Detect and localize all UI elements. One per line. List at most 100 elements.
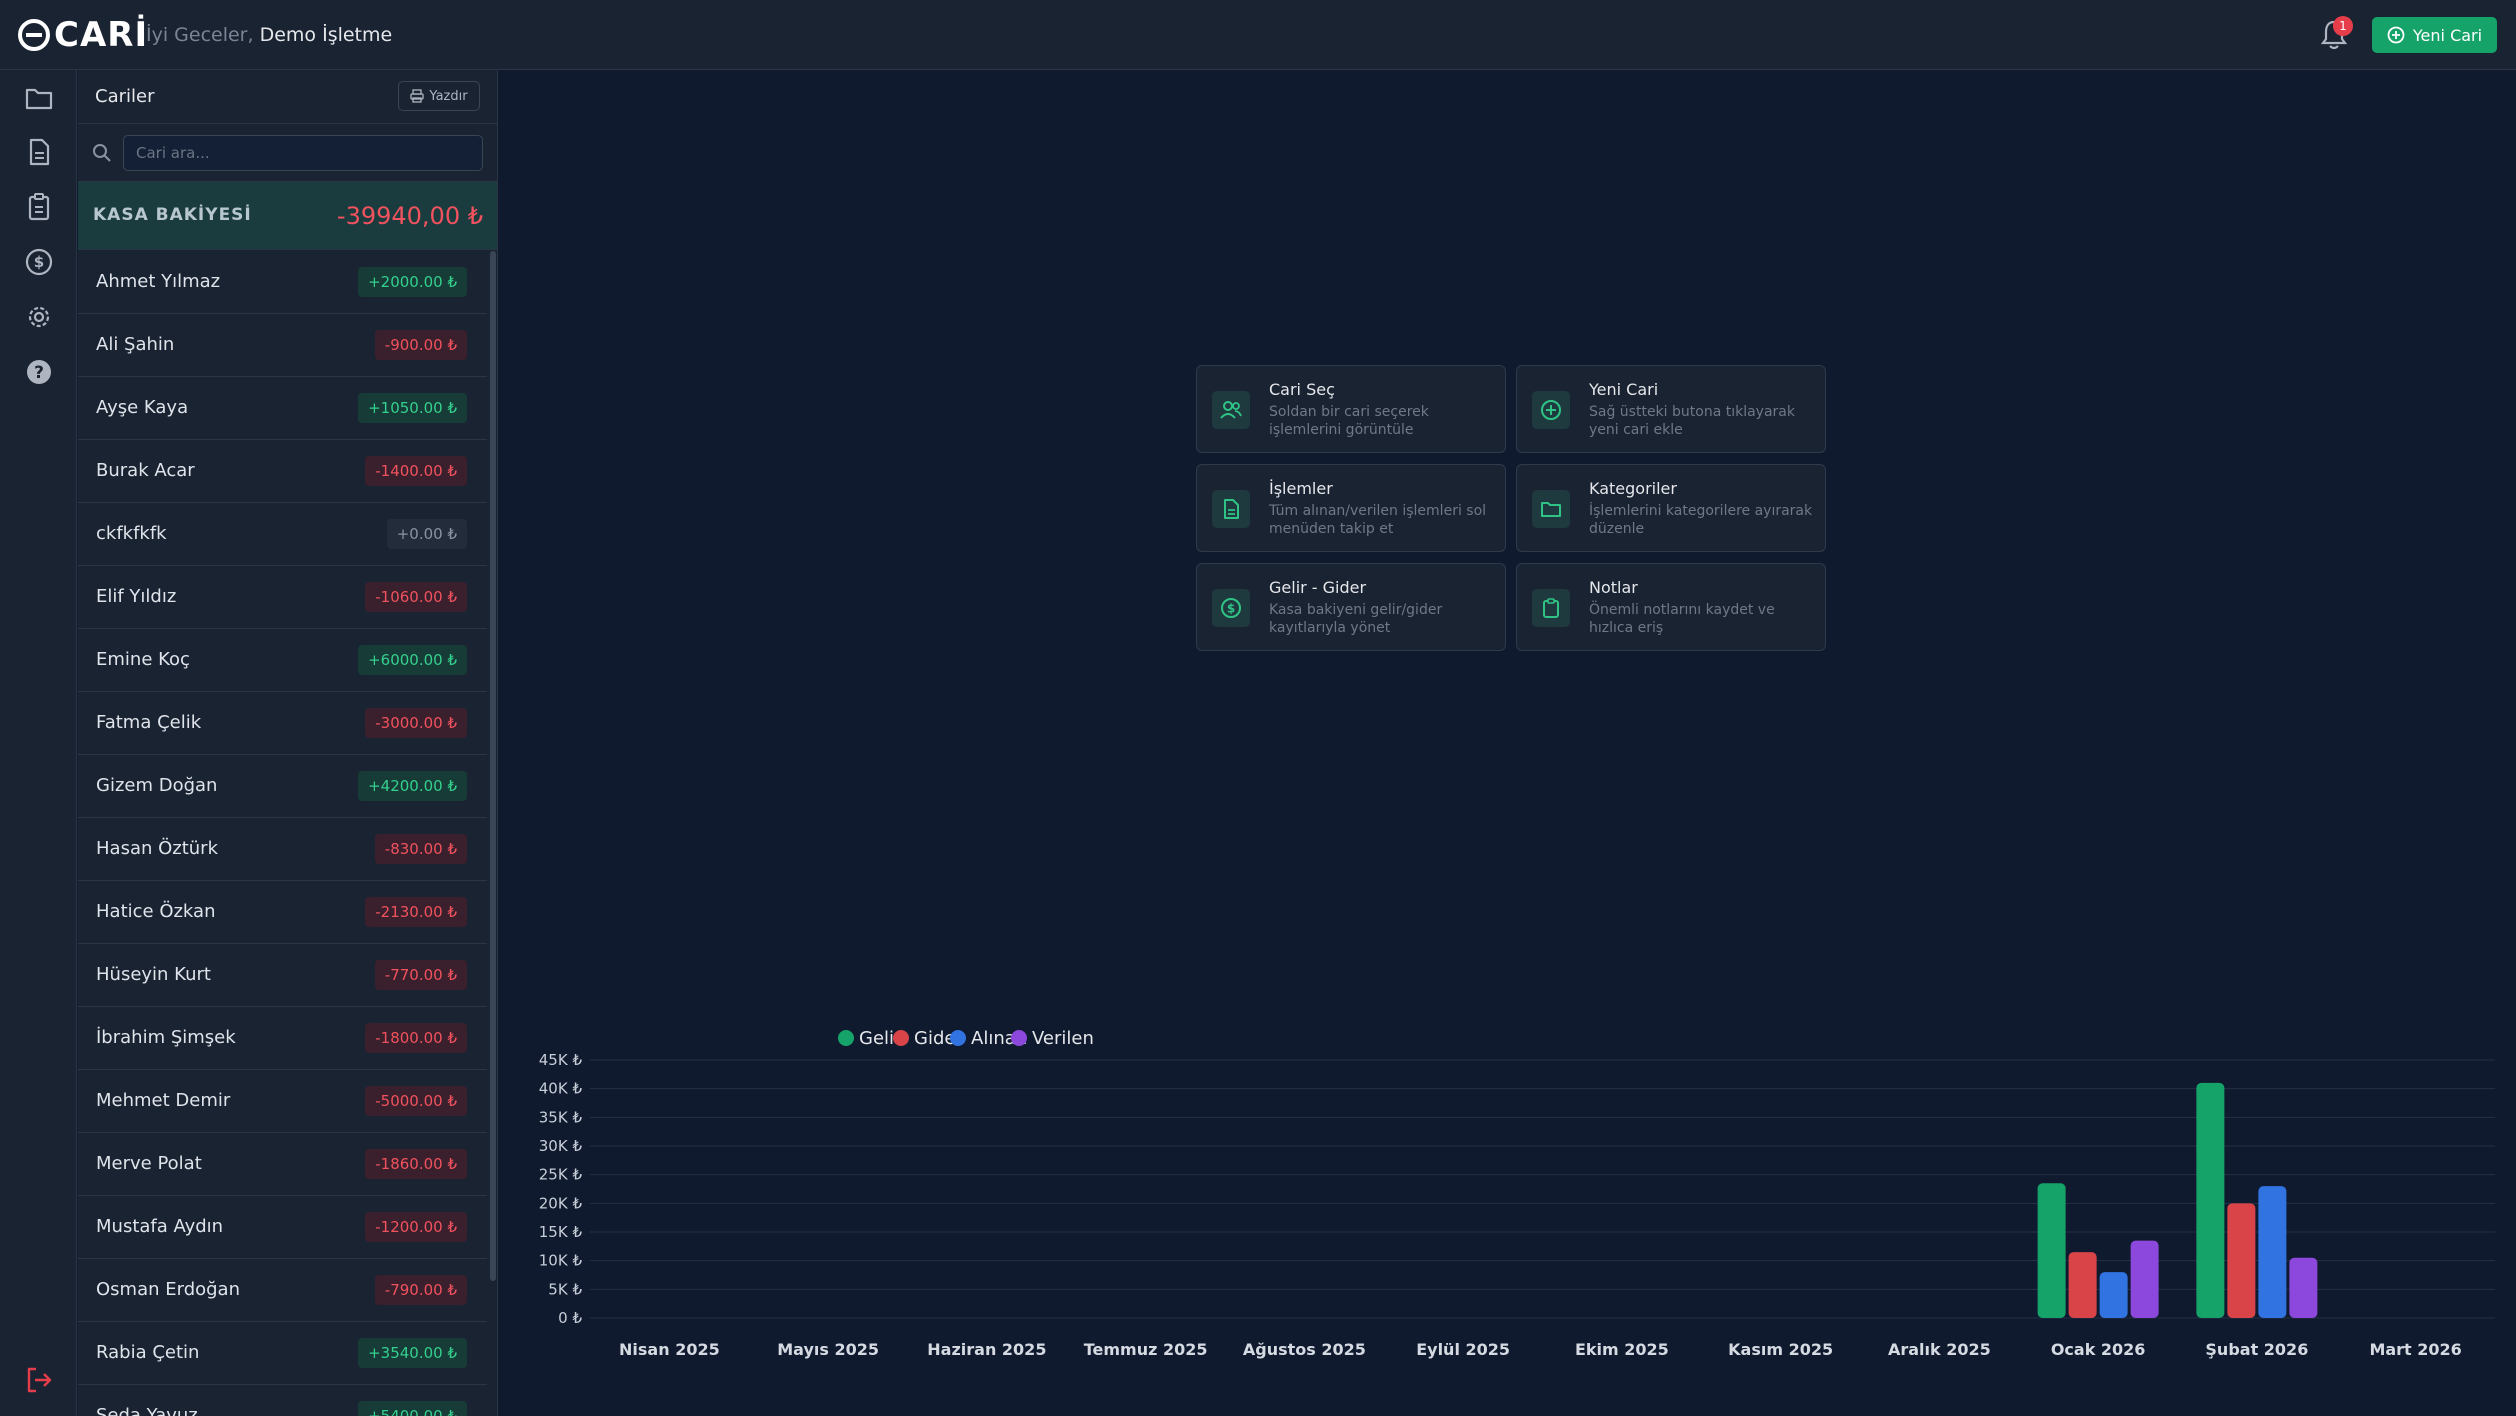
folder-icon[interactable] (23, 82, 55, 114)
new-cari-label: Yeni Cari (2412, 25, 2483, 45)
y-tick-label: 40K ₺ (539, 1080, 583, 1098)
list-item[interactable]: İbrahim Şimşek -1800.00 ₺ (78, 1007, 487, 1070)
info-card[interactable]: $ Gelir - Gider Kasa bakiyeni gelir/gider … (1196, 563, 1506, 651)
balance-badge: +0.00 ₺ (386, 519, 467, 549)
kasa-label: KASA BAKİYESİ (93, 205, 252, 225)
scroll-thumb[interactable] (490, 251, 496, 1281)
list-item[interactable]: Seda Yavuz +5400.00 ₺ (78, 1385, 487, 1416)
bar (2037, 1183, 2066, 1318)
balance-badge: +1050.00 ₺ (358, 393, 467, 423)
balance-badge: +2000.00 ₺ (358, 267, 467, 297)
list-item[interactable]: Mustafa Aydın -1200.00 ₺ (78, 1196, 487, 1259)
balance-badge: +6000.00 ₺ (358, 645, 467, 675)
cari-list: Ahmet Yılmaz +2000.00 ₺ Ali Şahin -900.00 ₺… (78, 251, 487, 1416)
dollar-icon: $ (1221, 598, 1241, 618)
print-button[interactable]: Yazdır (398, 81, 480, 111)
cari-name: Osman Erdoğan (96, 1279, 240, 1300)
x-tick-label: Eylül 2025 (1416, 1340, 1510, 1359)
y-tick-label: 20K ₺ (539, 1194, 583, 1212)
bar (2289, 1257, 2318, 1318)
card-description: Sağ üstteki butona tıklayarak yeni cari … (1589, 404, 1795, 438)
list-item[interactable]: Ayşe Kaya +1050.00 ₺ (78, 377, 487, 440)
cari-name: Hasan Öztürk (96, 838, 219, 859)
balance-badge: -770.00 ₺ (374, 960, 467, 990)
card-description: Kasa bakiyeni gelir/gider kayıtlarıyla y… (1269, 602, 1443, 636)
list-item[interactable]: Hatice Özkan -2130.00 ₺ (78, 881, 487, 944)
x-tick-label: Kasım 2025 (1728, 1340, 1833, 1359)
balance-badge: -2130.00 ₺ (365, 897, 467, 927)
info-card[interactable]: Yeni Cari Sağ üstteki butona tıklayarak y… (1516, 365, 1826, 453)
list-item[interactable]: Merve Polat -1860.00 ₺ (78, 1133, 487, 1196)
business-name: Demo İşletme (259, 24, 393, 46)
print-label: Yazdır (429, 88, 468, 104)
legend-label: Verilen (1032, 1028, 1094, 1049)
cari-name: Fatma Çelik (96, 712, 202, 733)
kasa-value: -39940,00 ₺ (336, 202, 483, 230)
info-card[interactable]: İşlemler Tüm alınan/verilen işlemleri sol… (1196, 464, 1506, 552)
monthly-chart: Gelir Gider Alınan Verilen0 ₺5K ₺10K ₺15K ₺… (539, 1028, 2495, 1359)
card-description: Soldan bir cari seçerek işlemlerini görü… (1269, 404, 1429, 438)
info-card[interactable]: Cari Seç Soldan bir cari seçerek işlemler… (1196, 365, 1506, 453)
list-item[interactable]: Mehmet Demir -5000.00 ₺ (78, 1070, 487, 1133)
sidebar-scrollbar[interactable] (488, 251, 497, 1416)
kasa-balance: KASA BAKİYESİ -39940,00 ₺ (78, 182, 497, 250)
list-item[interactable]: Ali Şahin -900.00 ₺ (78, 314, 487, 377)
x-tick-label: Ağustos 2025 (1243, 1340, 1366, 1359)
help-icon[interactable]: ? (23, 356, 55, 388)
balance-badge: +3540.00 ₺ (358, 1338, 467, 1368)
cari-name: Elif Yıldız (96, 586, 177, 607)
greeting-text: İyi Geceler, (146, 24, 254, 46)
list-item[interactable]: Gizem Doğan +4200.00 ₺ (78, 755, 487, 818)
balance-badge: -3000.00 ₺ (365, 708, 467, 738)
bar (2227, 1203, 2256, 1318)
cari-name: Burak Acar (96, 460, 195, 481)
balance-badge: -1800.00 ₺ (365, 1023, 467, 1053)
logo-mark-icon (18, 19, 50, 51)
cari-name: Emine Koç (96, 649, 190, 670)
bar (2258, 1186, 2287, 1318)
greeting: İyi Geceler, Demo İşletme (146, 24, 392, 46)
info-card[interactable]: Notlar Önemli notlarını kaydet ve hızlıca… (1516, 563, 1826, 651)
cari-name: Hatice Özkan (96, 901, 216, 922)
icon-rail: $ ? (0, 70, 77, 1416)
logo[interactable]: CARİ (18, 15, 148, 55)
clipboard-icon[interactable] (23, 191, 55, 223)
list-item[interactable]: Ahmet Yılmaz +2000.00 ₺ (78, 251, 487, 314)
x-tick-label: Haziran 2025 (927, 1340, 1046, 1359)
printer-icon (410, 89, 425, 103)
list-item[interactable]: Hasan Öztürk -830.00 ₺ (78, 818, 487, 881)
search-input[interactable] (123, 135, 483, 171)
cari-name: ckfkfkfk (96, 523, 167, 544)
list-item[interactable]: Rabia Çetin +3540.00 ₺ (78, 1322, 487, 1385)
list-item[interactable]: Emine Koç +6000.00 ₺ (78, 629, 487, 692)
cari-name: Merve Polat (96, 1153, 202, 1174)
svg-text:$: $ (34, 253, 44, 271)
document-icon[interactable] (23, 136, 55, 168)
list-item[interactable]: Elif Yıldız -1060.00 ₺ (78, 566, 487, 629)
info-card[interactable]: Kategoriler İşlemlerini kategorilere ayır… (1516, 464, 1826, 552)
list-item[interactable]: Burak Acar -1400.00 ₺ (78, 440, 487, 503)
folder-icon (1541, 502, 1561, 517)
y-tick-label: 35K ₺ (539, 1108, 583, 1126)
cari-sidebar: Cariler Yazdır KASA BAKİYESİ -39940,00 ₺… (78, 70, 498, 1416)
x-tick-label: Temmuz 2025 (1084, 1340, 1208, 1359)
plus-circle-icon (1541, 400, 1561, 420)
cari-name: Ahmet Yılmaz (96, 271, 221, 292)
list-item[interactable]: Osman Erdoğan -790.00 ₺ (78, 1259, 487, 1322)
dollar-icon[interactable]: $ (23, 246, 55, 278)
list-item[interactable]: Fatma Çelik -3000.00 ₺ (78, 692, 487, 755)
balance-badge: -5000.00 ₺ (365, 1086, 467, 1116)
card-title: Notlar (1589, 578, 1638, 597)
gear-icon[interactable] (23, 301, 55, 333)
new-cari-button[interactable]: Yeni Cari (2372, 17, 2497, 53)
y-tick-label: 0 ₺ (558, 1309, 582, 1327)
legend-swatch (1011, 1030, 1027, 1046)
balance-badge: -1200.00 ₺ (365, 1212, 467, 1242)
logout-icon[interactable] (23, 1364, 55, 1396)
document-icon (1224, 499, 1239, 519)
card-title: Kategoriler (1589, 479, 1677, 498)
list-item[interactable]: Hüseyin Kurt -770.00 ₺ (78, 944, 487, 1007)
cari-name: Ayşe Kaya (96, 397, 189, 418)
list-item[interactable]: ckfkfkfk +0.00 ₺ (78, 503, 487, 566)
bar (2099, 1272, 2128, 1318)
